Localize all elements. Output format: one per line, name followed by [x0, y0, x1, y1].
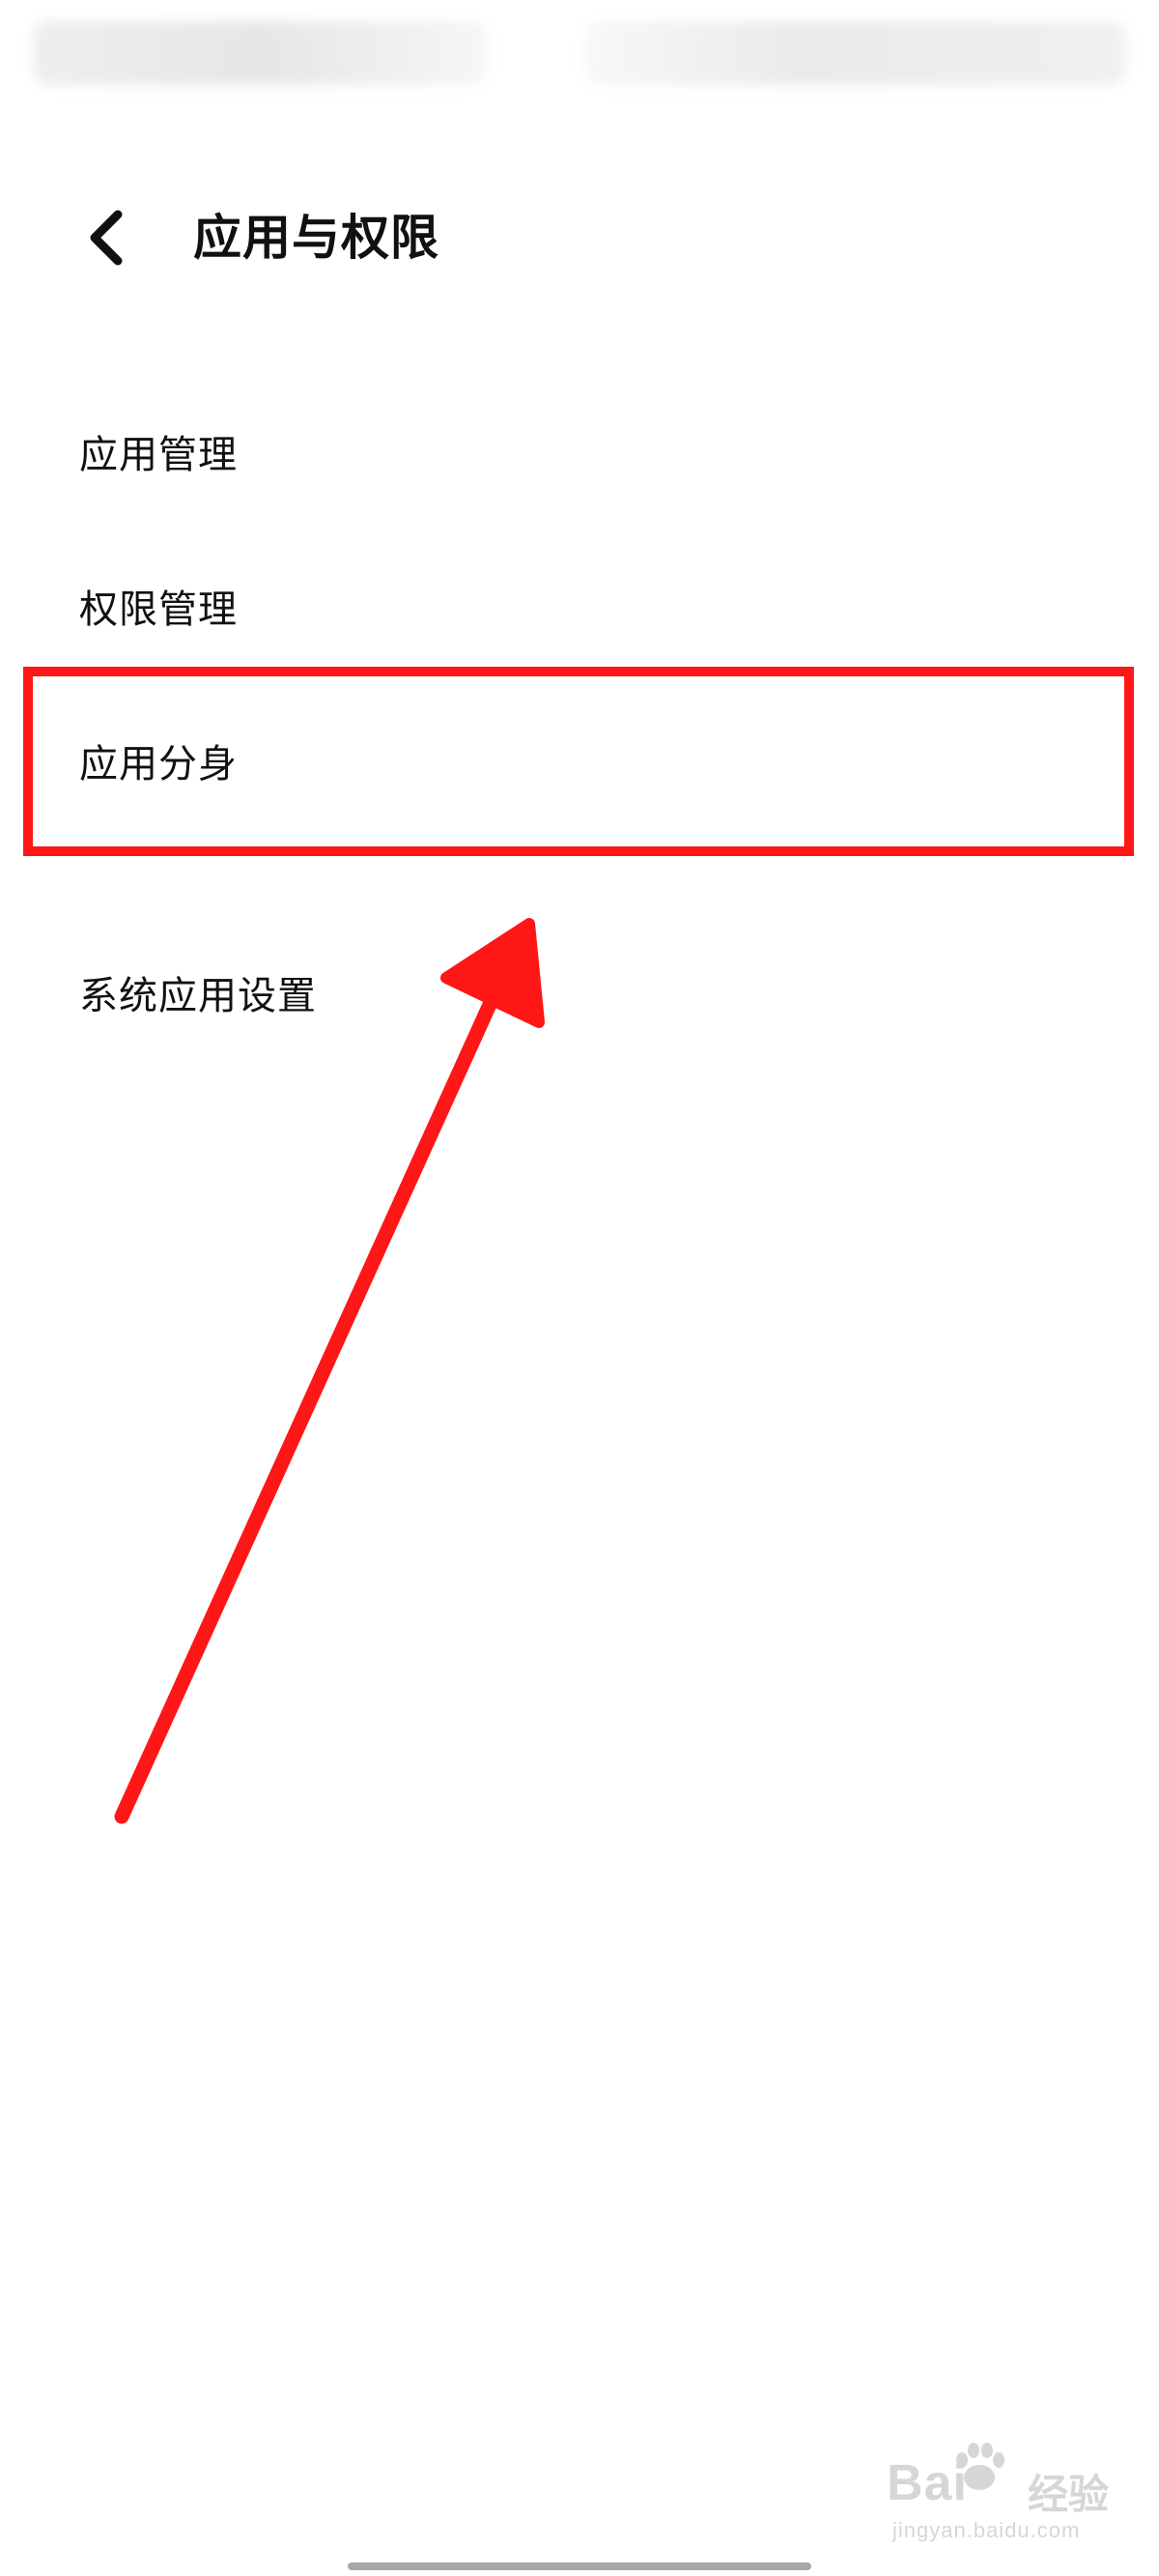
paw-icon — [956, 2443, 1004, 2490]
home-indicator[interactable] — [348, 2562, 811, 2570]
annotation-arrow — [114, 918, 545, 1824]
watermark-jingyan: 经验 — [1028, 2472, 1110, 2517]
watermark: Bai 经验 jingyan.baidu.com — [887, 2443, 1128, 2551]
watermark-url: jingyan.baidu.com — [892, 2518, 1081, 2542]
